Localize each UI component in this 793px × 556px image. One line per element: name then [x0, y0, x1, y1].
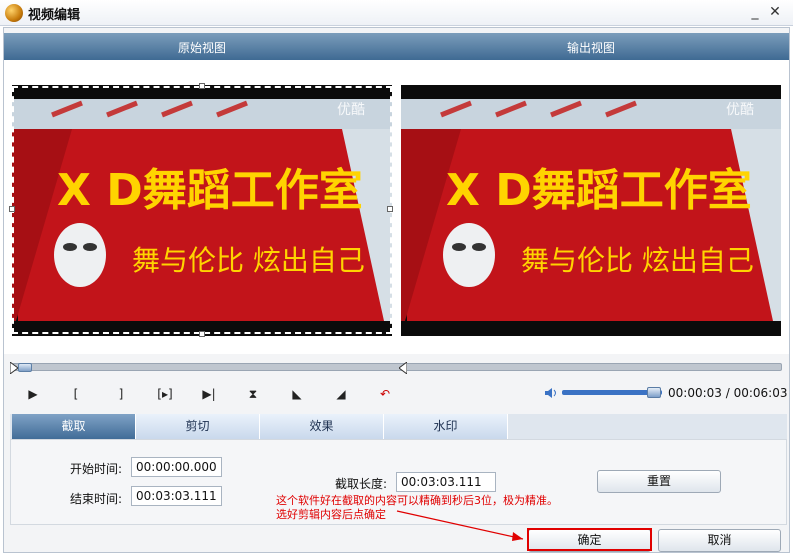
flip-vertical-icon[interactable]: ⧗ [242, 384, 264, 404]
banner-title: X D舞蹈工作室 [446, 165, 752, 216]
banner-title: X D舞蹈工作室 [57, 165, 363, 216]
output-video-frame: X D舞蹈工作室 舞与伦比 炫出自己 优酷 [401, 85, 781, 336]
minimize-button[interactable]: _ [745, 3, 765, 21]
window-title: 视频编辑 [28, 8, 81, 23]
output-view-label: 输出视图 [567, 41, 616, 55]
undo-icon[interactable]: ↶ [374, 384, 396, 404]
tab-effects[interactable]: 效果 [260, 414, 384, 439]
end-time-label: 结束时间: [70, 492, 123, 506]
title-bar: 视频编辑 _ ✕ [0, 0, 793, 26]
app-icon [5, 4, 23, 22]
volume-icon[interactable] [543, 385, 559, 401]
rotate-left-icon[interactable]: ◣ [286, 384, 308, 404]
original-video-frame[interactable]: X D舞蹈工作室 舞与伦比 炫出自己 优酷 [12, 85, 392, 336]
cancel-button[interactable]: 取消 [658, 529, 781, 552]
crop-handle-bottom[interactable] [199, 331, 205, 337]
watermark-text: 优酷 [726, 102, 754, 118]
time-current: 00:00:03 [668, 386, 722, 400]
crop-handle-top[interactable] [199, 83, 205, 89]
original-video-image: X D舞蹈工作室 舞与伦比 炫出自己 优酷 [12, 85, 392, 336]
start-time-field[interactable] [131, 457, 222, 477]
annotation-line-2: 选好剪辑内容后点确定 [276, 508, 386, 521]
close-button[interactable]: ✕ [765, 3, 785, 21]
reset-button[interactable]: 重置 [597, 470, 721, 493]
tab-capture[interactable]: 截取 [12, 414, 136, 439]
timeline-playhead[interactable] [18, 363, 32, 372]
time-total: 00:06:03 [733, 386, 788, 400]
watermark-text: 优酷 [337, 102, 365, 118]
start-marker-icon[interactable] [10, 362, 18, 374]
crop-handle-left[interactable] [9, 206, 15, 212]
rotate-right-icon[interactable]: ◢ [330, 384, 352, 404]
skip-end-icon[interactable]: ▶| [198, 384, 220, 404]
tab-watermark[interactable]: 水印 [384, 414, 508, 439]
length-label: 截取长度: [335, 477, 388, 491]
time-readout: 00:00:03 / 00:06:03 [668, 386, 787, 400]
volume-slider-thumb[interactable] [647, 387, 661, 398]
length-field[interactable] [396, 472, 496, 492]
original-view-label: 原始视图 [178, 41, 227, 55]
end-time-field[interactable] [131, 486, 222, 506]
mark-in-icon[interactable]: [ [65, 384, 87, 404]
start-time-label: 开始时间: [70, 462, 123, 476]
tab-cut[interactable]: 剪切 [136, 414, 260, 439]
annotation-arrow [396, 510, 524, 541]
crop-handle-right[interactable] [387, 206, 393, 212]
output-video-image: X D舞蹈工作室 舞与伦比 炫出自己 优酷 [401, 85, 781, 336]
banner-subtitle: 舞与伦比 炫出自己 [521, 244, 754, 277]
banner-subtitle: 舞与伦比 炫出自己 [132, 244, 365, 277]
view-header [4, 33, 789, 60]
confirm-button[interactable]: 确定 [528, 529, 651, 552]
mark-out-icon[interactable]: ] [110, 384, 132, 404]
end-marker-icon[interactable] [399, 362, 407, 374]
next-frame-icon[interactable]: [▸] [154, 384, 176, 404]
time-separator: / [721, 386, 734, 400]
timeline-track[interactable] [12, 363, 782, 371]
play-icon[interactable]: ▶ [22, 384, 44, 404]
